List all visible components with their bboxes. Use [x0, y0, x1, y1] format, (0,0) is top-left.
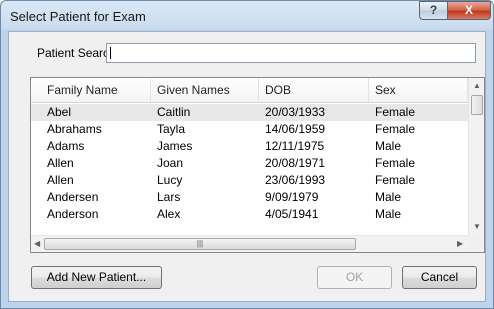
table-row[interactable]: Adams James 12/11/1975 Male [31, 138, 468, 155]
cell-family-name: Allen [47, 156, 74, 170]
cell-dob: 23/06/1993 [265, 173, 326, 187]
cell-dob: 4/05/1941 [265, 207, 319, 221]
ok-button[interactable]: OK [317, 266, 392, 289]
cell-family-name: Abrahams [47, 122, 102, 136]
add-new-patient-button[interactable]: Add New Patient... [31, 266, 162, 289]
cell-given-names: Lars [157, 190, 181, 204]
patient-search-label: Patient Search [37, 46, 116, 60]
patient-list-header: Family Name Given Names DOB Sex [31, 78, 468, 103]
table-row[interactable]: Abel Caitlin 20/03/1933 Female [31, 104, 468, 121]
column-header-given-names[interactable]: Given Names [151, 78, 259, 102]
cancel-button[interactable]: Cancel [402, 266, 477, 289]
scroll-left-icon[interactable]: ◀ [34, 239, 40, 248]
cell-dob: 12/11/1975 [265, 139, 325, 153]
cell-given-names: Lucy [157, 173, 183, 187]
table-row[interactable]: Abrahams Tayla 14/06/1959 Female [31, 121, 468, 138]
patient-search-input[interactable] [106, 43, 476, 63]
cell-sex: Female [375, 173, 416, 187]
title-bar[interactable]: Select Patient for Exam ? X [1, 1, 493, 31]
cell-given-names: Caitlin [157, 105, 191, 119]
cell-dob: 20/03/1933 [265, 105, 326, 119]
cell-family-name: Abel [47, 105, 72, 119]
cell-given-names: James [157, 139, 193, 153]
column-header-sex[interactable]: Sex [369, 78, 468, 102]
scroll-down-icon[interactable]: ▼ [473, 222, 481, 231]
cell-dob: 20/08/1971 [265, 156, 326, 170]
column-header-dob[interactable]: DOB [259, 78, 369, 102]
cell-family-name: Anderson [47, 207, 99, 221]
close-icon: X [464, 3, 473, 17]
scroll-right-icon[interactable]: ▶ [457, 239, 463, 248]
table-row[interactable]: Allen Lucy 23/06/1993 Female [31, 172, 468, 189]
cell-family-name: Andersen [47, 190, 99, 204]
scrollbar-corner [468, 235, 484, 252]
cell-sex: Female [375, 105, 416, 119]
cell-given-names: Joan [157, 156, 184, 170]
patient-list[interactable]: Family Name Given Names DOB Sex Abel Cai… [30, 77, 485, 253]
dialog-window: Select Patient for Exam ? X Patient Sear… [0, 0, 494, 309]
help-button[interactable]: ? [419, 1, 448, 20]
cell-sex: Male [375, 207, 402, 221]
cell-sex: Female [375, 122, 416, 136]
grip-icon: ||| [196, 239, 204, 248]
text-caret [110, 47, 111, 59]
cell-given-names: Tayla [157, 122, 186, 136]
close-button[interactable]: X [447, 1, 491, 20]
vertical-scroll-thumb[interactable] [471, 95, 483, 115]
horizontal-scrollbar[interactable]: ◀ ||| ▶ [31, 235, 468, 252]
dialog-client-area: Patient Search Family Name Given Names D… [8, 31, 486, 302]
scroll-up-icon[interactable]: ▲ [473, 81, 481, 90]
help-icon: ? [429, 3, 438, 17]
table-row[interactable]: Anderson Alex 4/05/1941 Male [31, 206, 468, 223]
vertical-scrollbar[interactable]: ▲ ▼ [468, 78, 484, 235]
cell-sex: Male [375, 139, 402, 153]
window-title: Select Patient for Exam [10, 9, 146, 24]
cell-dob: 9/09/1979 [265, 190, 319, 204]
cell-family-name: Adams [47, 139, 85, 153]
cell-given-names: Alex [157, 207, 181, 221]
column-header-family-name[interactable]: Family Name [41, 78, 151, 102]
table-row[interactable]: Allen Joan 20/08/1971 Female [31, 155, 468, 172]
cell-dob: 14/06/1959 [265, 122, 326, 136]
cell-sex: Female [375, 156, 416, 170]
table-row[interactable]: Andersen Lars 9/09/1979 Male [31, 189, 468, 206]
horizontal-scroll-thumb[interactable]: ||| [44, 238, 356, 250]
cell-family-name: Allen [47, 173, 74, 187]
cell-sex: Male [375, 190, 402, 204]
